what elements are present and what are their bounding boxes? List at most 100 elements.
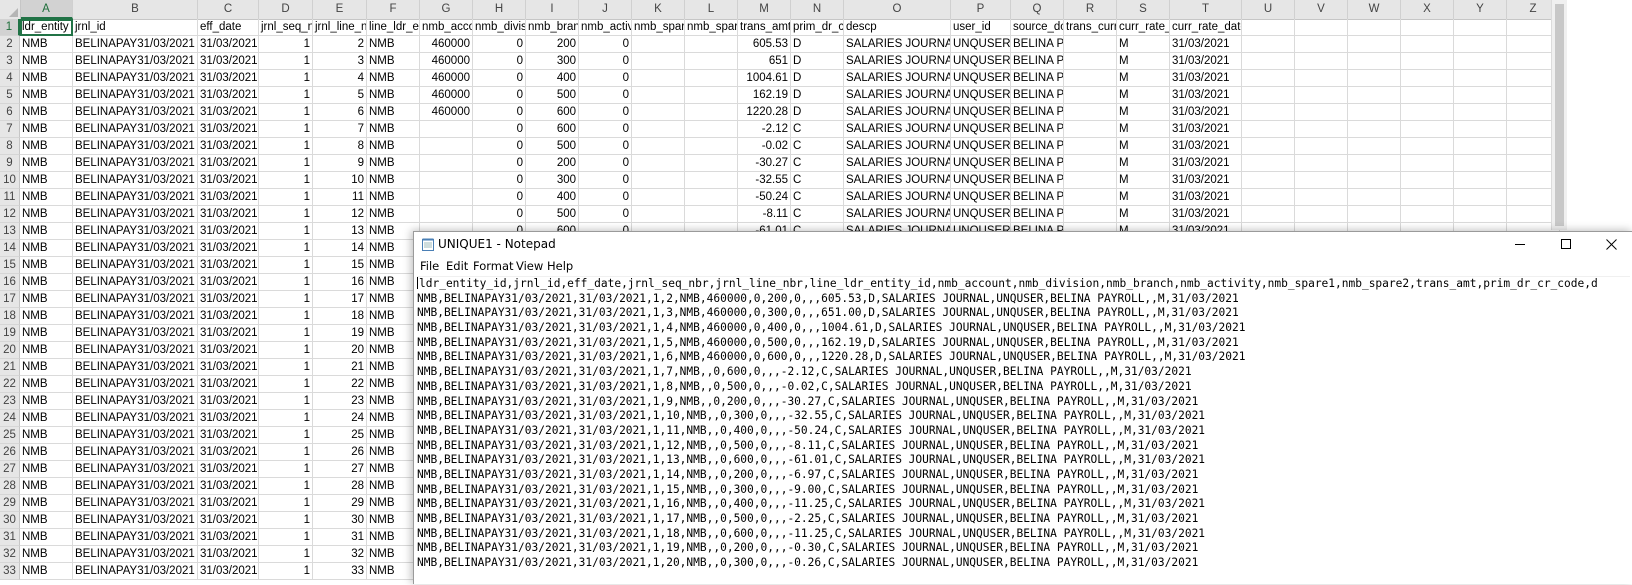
table-cell[interactable] — [632, 36, 685, 53]
table-cell[interactable] — [1295, 87, 1348, 104]
table-cell[interactable]: NMB — [20, 563, 73, 580]
table-cell[interactable]: UNQUSER — [951, 53, 1011, 70]
table-cell[interactable] — [1401, 155, 1454, 172]
column-header-r[interactable]: R — [1064, 0, 1117, 19]
table-cell[interactable]: 0 — [579, 104, 632, 121]
table-cell[interactable]: NMB — [20, 53, 73, 70]
table-cell[interactable]: 31/03/2021 — [198, 104, 259, 121]
header-cell[interactable]: nmb_spar — [685, 19, 738, 36]
table-cell[interactable]: 1 — [259, 138, 313, 155]
table-cell[interactable]: 1 — [259, 121, 313, 138]
maximize-button[interactable] — [1543, 232, 1589, 257]
table-cell[interactable]: 0 — [473, 87, 526, 104]
row-header[interactable]: 15 — [0, 257, 20, 274]
table-cell[interactable]: C — [791, 206, 844, 223]
table-cell[interactable]: -8.11 — [738, 206, 791, 223]
table-cell[interactable] — [685, 206, 738, 223]
table-cell[interactable]: 6 — [313, 104, 367, 121]
table-cell[interactable]: 651 — [738, 53, 791, 70]
table-cell[interactable]: C — [791, 172, 844, 189]
table-cell[interactable]: 1 — [259, 155, 313, 172]
table-cell[interactable]: NMB — [367, 36, 420, 53]
table-cell[interactable]: 31/03/2021 — [198, 291, 259, 308]
table-cell[interactable]: 1220.28 — [738, 104, 791, 121]
table-cell[interactable]: M — [1117, 189, 1170, 206]
table-cell[interactable]: BELINAPAY31/03/2021 — [73, 563, 198, 580]
header-cell[interactable]: source_dc — [1011, 19, 1064, 36]
column-header-w[interactable]: W — [1348, 0, 1401, 19]
table-cell[interactable]: M — [1117, 53, 1170, 70]
table-cell[interactable]: BELINAPAY31/03/2021 — [73, 512, 198, 529]
minimize-button[interactable] — [1497, 232, 1543, 257]
table-cell[interactable]: 1 — [259, 206, 313, 223]
table-cell[interactable] — [1064, 121, 1117, 138]
column-header-t[interactable]: T — [1170, 0, 1242, 19]
table-cell[interactable]: 2 — [313, 36, 367, 53]
table-cell[interactable]: UNQUSER — [951, 70, 1011, 87]
table-cell[interactable]: NMB — [20, 325, 73, 342]
table-cell[interactable] — [1401, 36, 1454, 53]
table-cell[interactable]: M — [1117, 104, 1170, 121]
table-cell[interactable] — [1454, 104, 1507, 121]
table-cell[interactable]: SALARIES JOURNAL — [844, 138, 951, 155]
table-cell[interactable]: 31/03/2021 — [198, 308, 259, 325]
row-header[interactable]: 33 — [0, 563, 20, 580]
table-cell[interactable] — [1454, 155, 1507, 172]
table-cell[interactable]: 0 — [473, 121, 526, 138]
row-header[interactable]: 12 — [0, 206, 20, 223]
header-cell[interactable]: nmb_activ — [579, 19, 632, 36]
table-cell[interactable]: M — [1117, 206, 1170, 223]
table-cell[interactable]: NMB — [20, 478, 73, 495]
table-cell[interactable]: BELINAPAY31/03/2021 — [73, 172, 198, 189]
table-cell[interactable] — [420, 155, 473, 172]
table-cell[interactable] — [1295, 189, 1348, 206]
menu-help[interactable]: Help — [547, 259, 573, 273]
table-cell[interactable]: 31/03/2021 — [1170, 189, 1242, 206]
table-cell[interactable]: 0 — [473, 104, 526, 121]
column-header-l[interactable]: L — [685, 0, 738, 19]
table-cell[interactable]: 31/03/2021 — [198, 495, 259, 512]
row-header[interactable]: 23 — [0, 393, 20, 410]
table-cell[interactable]: 1 — [259, 240, 313, 257]
table-cell[interactable]: NMB — [367, 104, 420, 121]
column-header-n[interactable]: N — [791, 0, 844, 19]
table-cell[interactable]: -2.12 — [738, 121, 791, 138]
table-cell[interactable]: 200 — [526, 155, 579, 172]
table-cell[interactable]: 31/03/2021 — [198, 393, 259, 410]
table-cell[interactable]: 1 — [259, 325, 313, 342]
table-cell[interactable] — [1295, 36, 1348, 53]
table-cell[interactable]: BELINAPAY31/03/2021 — [73, 138, 198, 155]
table-cell[interactable] — [1064, 189, 1117, 206]
table-cell[interactable]: 0 — [579, 138, 632, 155]
table-cell[interactable]: 0 — [473, 53, 526, 70]
table-cell[interactable]: 500 — [526, 138, 579, 155]
table-cell[interactable]: BELINAPAY31/03/2021 — [73, 87, 198, 104]
table-cell[interactable]: D — [791, 104, 844, 121]
table-cell[interactable]: 460000 — [420, 87, 473, 104]
table-cell[interactable]: SALARIES JOURNAL — [844, 53, 951, 70]
table-cell[interactable]: BELINAPAY31/03/2021 — [73, 325, 198, 342]
table-cell[interactable]: NMB — [20, 376, 73, 393]
table-cell[interactable]: 27 — [313, 461, 367, 478]
table-cell[interactable]: 7 — [313, 121, 367, 138]
table-cell[interactable]: 500 — [526, 206, 579, 223]
table-cell[interactable] — [1064, 206, 1117, 223]
table-cell[interactable]: NMB — [20, 87, 73, 104]
header-cell[interactable]: jrnl_id — [73, 19, 198, 36]
table-cell[interactable] — [1064, 138, 1117, 155]
table-cell[interactable] — [632, 104, 685, 121]
column-header-o[interactable]: O — [844, 0, 951, 19]
table-cell[interactable] — [685, 70, 738, 87]
table-cell[interactable] — [1454, 121, 1507, 138]
table-cell[interactable] — [1064, 36, 1117, 53]
table-cell[interactable]: 31/03/2021 — [198, 529, 259, 546]
table-cell[interactable]: 0 — [579, 87, 632, 104]
table-cell[interactable]: 0 — [473, 172, 526, 189]
table-cell[interactable]: UNQUSER — [951, 172, 1011, 189]
table-cell[interactable] — [1242, 70, 1295, 87]
table-cell[interactable] — [420, 138, 473, 155]
table-cell[interactable]: 0 — [579, 53, 632, 70]
table-cell[interactable] — [1242, 104, 1295, 121]
table-cell[interactable] — [420, 189, 473, 206]
header-cell[interactable] — [1401, 19, 1454, 36]
